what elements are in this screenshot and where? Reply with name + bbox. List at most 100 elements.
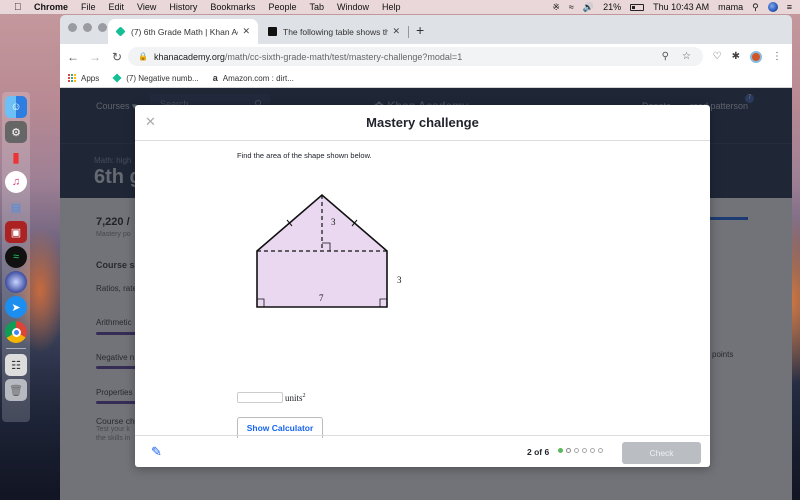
- khan-academy-favicon-icon: [115, 26, 126, 37]
- menu-people[interactable]: People: [268, 2, 296, 12]
- menu-view[interactable]: View: [137, 2, 156, 12]
- safari-icon[interactable]: ➤: [5, 296, 27, 318]
- bookmark-label: Amazon.com : dirt...: [222, 73, 294, 83]
- close-window-button[interactable]: [68, 23, 77, 32]
- bookmark-negative-numbers[interactable]: (7) Negative numb...: [112, 73, 199, 83]
- zoom-icon[interactable]: ⚲: [662, 51, 669, 62]
- menu-bookmarks[interactable]: Bookmarks: [210, 2, 255, 12]
- window-controls: [68, 23, 107, 32]
- keynote-icon[interactable]: ▤: [5, 196, 27, 218]
- menu-bar:  Chrome File Edit View History Bookmark…: [0, 0, 800, 14]
- units-label: units2: [285, 393, 306, 403]
- profile-avatar[interactable]: [750, 50, 762, 63]
- menu-history[interactable]: History: [169, 2, 197, 12]
- bookmark-label: Apps: [81, 73, 100, 83]
- tab-strip: (7) 6th Grade Math | Khan Aca ✕ The foll…: [60, 15, 792, 44]
- clock[interactable]: Thu 10:43 AM: [653, 2, 709, 12]
- menu-edit[interactable]: Edit: [109, 2, 125, 12]
- url-domain: khanacademy.org: [153, 51, 225, 62]
- photo-booth-icon[interactable]: ▣: [5, 221, 27, 243]
- minimize-window-button[interactable]: [83, 23, 92, 32]
- notification-center-icon[interactable]: ≡: [787, 2, 792, 12]
- spotify-icon[interactable]: ≈: [5, 246, 27, 268]
- units-text: units: [285, 392, 303, 403]
- progress-dot: [590, 448, 595, 453]
- close-icon[interactable]: ✕: [145, 114, 156, 130]
- progress-dot: [598, 448, 603, 453]
- menu-help[interactable]: Help: [382, 2, 401, 12]
- system-preferences-icon[interactable]: ⚙: [5, 121, 27, 143]
- amazon-icon: a: [212, 73, 218, 83]
- chrome-icon[interactable]: [5, 321, 27, 343]
- label-rect-height: 3: [397, 275, 402, 285]
- new-tab-button[interactable]: +: [416, 22, 424, 38]
- check-button[interactable]: Check: [622, 442, 701, 464]
- label-triangle-height: 3: [331, 217, 336, 227]
- bookmark-amazon[interactable]: a Amazon.com : dirt...: [213, 73, 294, 83]
- menu-tab[interactable]: Tab: [309, 2, 324, 12]
- question-text: Find the area of the shape shown below.: [237, 151, 372, 160]
- progress-dot: [582, 448, 587, 453]
- maximize-window-button[interactable]: [98, 23, 107, 32]
- answer-row: units2: [237, 392, 306, 403]
- extensions-puzzle-icon[interactable]: ✱: [732, 51, 740, 62]
- pocket-icon[interactable]: ♡: [713, 51, 722, 62]
- wifi-icon[interactable]: ≈: [569, 2, 574, 12]
- tab-title: (7) 6th Grade Math | Khan Aca: [131, 26, 239, 37]
- volume-icon[interactable]: 🔊: [583, 2, 594, 13]
- shape-figure: 3 7 3: [256, 193, 402, 308]
- tab-title: The following table shows the: [283, 26, 389, 37]
- close-tab-icon[interactable]: ✕: [392, 26, 400, 37]
- bookmarks-bar: Apps (7) Negative numb... a Amazon.com :…: [60, 69, 792, 88]
- scratchpad-pencil-icon[interactable]: ✎: [151, 444, 162, 460]
- back-button[interactable]: ←: [64, 50, 82, 64]
- menu-app-name[interactable]: Chrome: [34, 2, 68, 12]
- khan-academy-favicon-icon: [112, 73, 122, 83]
- tab-brainly[interactable]: The following table shows the ✕: [260, 19, 408, 44]
- close-tab-icon[interactable]: ✕: [242, 26, 250, 37]
- menu-file[interactable]: File: [81, 2, 96, 12]
- spotlight-icon[interactable]: ⚲: [752, 2, 759, 13]
- tab-khan-academy[interactable]: (7) 6th Grade Math | Khan Aca ✕: [108, 19, 258, 44]
- apple-menu-icon[interactable]: : [14, 2, 26, 13]
- bluetooth-icon[interactable]: ※: [552, 2, 560, 13]
- dock-separator: [6, 348, 26, 349]
- battery-percent: 21%: [603, 2, 622, 12]
- menu-window[interactable]: Window: [337, 2, 369, 12]
- itunes-icon[interactable]: ♫: [5, 171, 27, 193]
- dock: ☺ ⚙ ▮ ♫ ▤ ▣ ≈ ➤ ☷ 🗑: [2, 92, 30, 422]
- numbers-icon[interactable]: ▮: [5, 146, 27, 168]
- lock-icon[interactable]: 🔒: [138, 52, 148, 61]
- progress-dots: [558, 448, 603, 453]
- forward-button[interactable]: →: [86, 50, 104, 64]
- modal-footer: ✎ 2 of 6 Check: [135, 435, 710, 467]
- siri-app-icon[interactable]: [5, 271, 27, 293]
- user-name[interactable]: mama: [718, 2, 743, 12]
- siri-icon[interactable]: [767, 2, 778, 12]
- bookmark-label: (7) Negative numb...: [126, 73, 199, 83]
- url-path: /math/cc-sixth-grade-math/test/mastery-c…: [224, 51, 463, 62]
- progress-dot: [558, 448, 563, 453]
- mastery-challenge-modal: ✕ Mastery challenge Find the area of the…: [135, 105, 710, 467]
- label-rect-width: 7: [319, 293, 324, 303]
- apps-grid-icon: [68, 74, 76, 82]
- browser-toolbar: ← → ↻ 🔒 khanacademy.org /math/cc-sixth-g…: [60, 44, 792, 69]
- units-exponent: 2: [302, 392, 306, 399]
- answer-input[interactable]: [237, 392, 283, 403]
- progress-dot: [566, 448, 571, 453]
- news-icon[interactable]: ☷: [5, 354, 27, 376]
- bookmark-star-icon[interactable]: ☆: [682, 51, 691, 62]
- brainly-favicon-icon: [268, 27, 277, 36]
- address-bar[interactable]: 🔒 khanacademy.org /math/cc-sixth-grade-m…: [128, 47, 703, 66]
- progress-text: 2 of 6: [527, 447, 550, 457]
- chrome-menu-icon[interactable]: ⋮: [772, 51, 782, 62]
- tab-divider: [408, 26, 409, 38]
- modal-header: ✕ Mastery challenge: [135, 105, 710, 141]
- progress-dot: [574, 448, 579, 453]
- modal-title: Mastery challenge: [366, 115, 479, 130]
- trash-icon[interactable]: 🗑: [5, 379, 27, 401]
- reload-button[interactable]: ↻: [108, 50, 126, 64]
- bookmark-apps[interactable]: Apps: [68, 74, 99, 83]
- battery-icon[interactable]: [630, 3, 645, 11]
- finder-icon[interactable]: ☺: [5, 96, 27, 118]
